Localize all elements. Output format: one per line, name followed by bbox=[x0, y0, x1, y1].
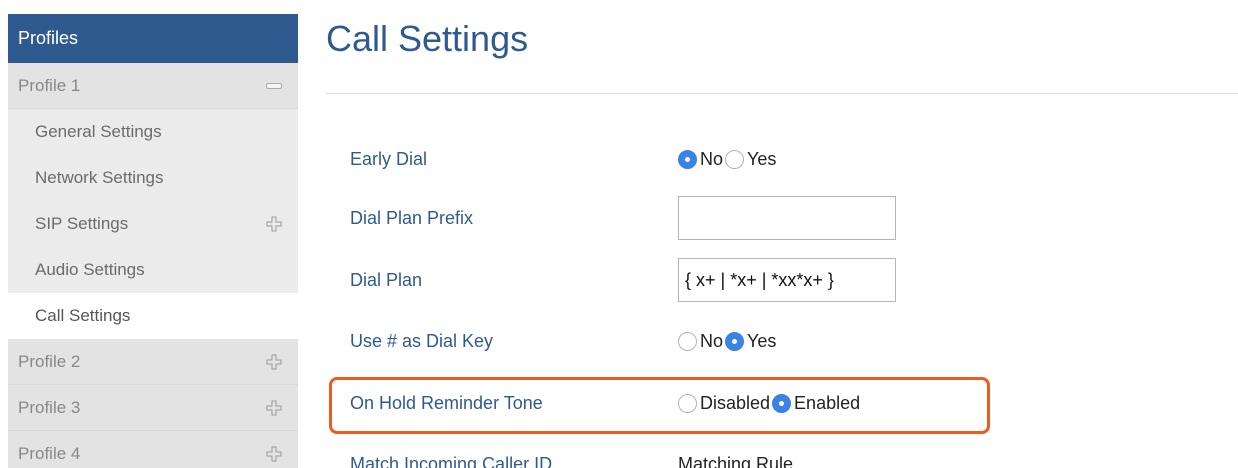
dial-plan-prefix-row: Dial Plan Prefix bbox=[350, 196, 1050, 240]
match-caller-value: Matching Rule bbox=[678, 453, 794, 468]
use-hash-label: Use # as Dial Key bbox=[350, 330, 494, 351]
sidebar-item-label: Profile 4 bbox=[18, 443, 81, 463]
sidebar-item-label: Call Settings bbox=[35, 306, 131, 325]
plus-icon[interactable] bbox=[266, 216, 282, 232]
dial-plan-label: Dial Plan bbox=[350, 269, 423, 290]
use-hash-no-label[interactable]: No bbox=[700, 331, 723, 352]
sidebar-header: Profiles bbox=[8, 14, 298, 63]
page-title: Call Settings bbox=[326, 18, 529, 59]
sidebar-item-profile-3[interactable]: Profile 3 bbox=[8, 385, 298, 431]
match-caller-label: Match Incoming Caller ID bbox=[350, 453, 553, 468]
early-dial-yes-label[interactable]: Yes bbox=[747, 149, 776, 170]
match-caller-row: Match Incoming Caller ID Matching Rule bbox=[350, 444, 1050, 468]
sidebar-item-audio-settings[interactable]: Audio Settings bbox=[8, 247, 298, 293]
early-dial-no-label[interactable]: No bbox=[700, 149, 723, 170]
dial-plan-row: Dial Plan bbox=[350, 258, 1050, 302]
minus-icon[interactable] bbox=[266, 82, 282, 89]
sidebar-item-network-settings[interactable]: Network Settings bbox=[8, 155, 298, 201]
match-caller-control: Matching Rule bbox=[678, 454, 793, 468]
plus-icon[interactable] bbox=[266, 400, 282, 416]
sidebar-item-general-settings[interactable]: General Settings bbox=[8, 109, 298, 155]
sidebar: Profiles Profile 1 General Settings Netw… bbox=[8, 14, 298, 468]
sidebar-item-profile-1[interactable]: Profile 1 bbox=[8, 63, 298, 109]
sidebar-item-call-settings[interactable]: Call Settings bbox=[8, 293, 298, 339]
early-dial-row: Early Dial No Yes bbox=[350, 139, 1050, 179]
plus-icon[interactable] bbox=[266, 446, 282, 462]
sidebar-item-label: Audio Settings bbox=[35, 260, 145, 279]
sidebar-item-label: Profile 2 bbox=[18, 351, 81, 371]
sidebar-item-label: Profile 3 bbox=[18, 397, 81, 417]
sidebar-item-sip-settings[interactable]: SIP Settings bbox=[8, 201, 298, 247]
sidebar-item-profile-2[interactable]: Profile 2 bbox=[8, 339, 298, 385]
use-hash-radio-group: No Yes bbox=[678, 331, 778, 352]
early-dial-radio-group: No Yes bbox=[678, 149, 778, 170]
use-hash-yes-label[interactable]: Yes bbox=[747, 331, 776, 352]
use-hash-row: Use # as Dial Key No Yes bbox=[350, 321, 1050, 361]
sidebar-item-label: General Settings bbox=[35, 122, 162, 141]
sidebar-item-label: SIP Settings bbox=[35, 214, 129, 233]
dial-plan-prefix-control bbox=[678, 196, 896, 240]
divider bbox=[326, 93, 1238, 94]
early-dial-label: Early Dial bbox=[350, 148, 428, 169]
use-hash-no-radio[interactable] bbox=[678, 331, 697, 351]
sidebar-item-profile-4[interactable]: Profile 4 bbox=[8, 431, 298, 468]
highlight-box bbox=[329, 377, 990, 434]
early-dial-no-radio[interactable] bbox=[678, 149, 697, 169]
early-dial-yes-radio[interactable] bbox=[725, 149, 745, 169]
use-hash-yes-radio[interactable] bbox=[725, 331, 745, 351]
plus-icon[interactable] bbox=[266, 354, 282, 370]
dial-plan-input[interactable] bbox=[678, 258, 896, 302]
dial-plan-control bbox=[678, 258, 896, 302]
dial-plan-prefix-input[interactable] bbox=[678, 196, 896, 240]
dial-plan-prefix-label: Dial Plan Prefix bbox=[350, 207, 474, 228]
sidebar-item-label: Network Settings bbox=[35, 168, 164, 187]
sidebar-item-label: Profile 1 bbox=[18, 75, 81, 95]
